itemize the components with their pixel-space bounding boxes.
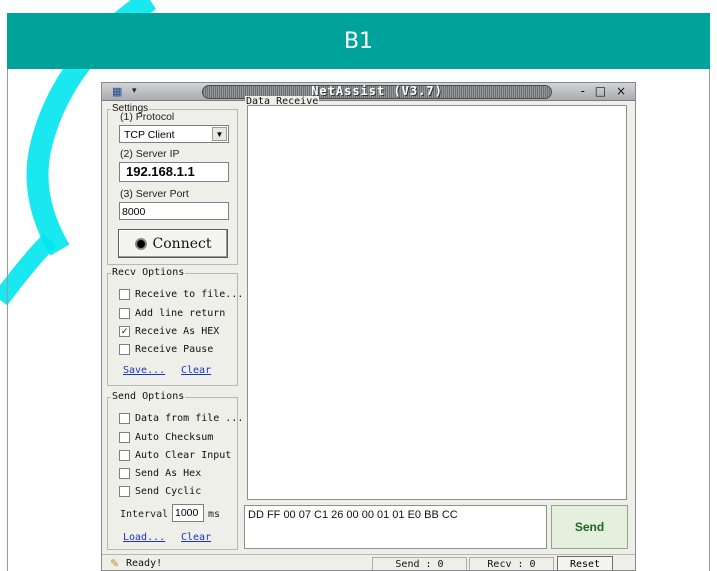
server-port-label: (3) Server Port bbox=[120, 188, 189, 200]
send-cyclic-label: Send Cyclic bbox=[135, 486, 202, 497]
add-line-return-label: Add line return bbox=[135, 308, 226, 319]
netassist-window: ▦ ▾ NetAssist (V3.7) - □ × Settings (1) … bbox=[101, 82, 636, 571]
add-line-return-checkbox[interactable]: Add line return bbox=[119, 308, 225, 319]
interval-input[interactable]: 1000 bbox=[172, 504, 204, 522]
auto-clear-input-checkbox[interactable]: Auto Clear Input bbox=[119, 450, 231, 461]
interval-unit: ms bbox=[208, 509, 221, 520]
recv-options-title: Recv Options bbox=[111, 267, 186, 278]
server-ip-value: 192.168.1.1 bbox=[126, 164, 195, 179]
send-cyclic-checkbox[interactable]: Send Cyclic bbox=[119, 486, 201, 497]
auto-checksum-checkbox[interactable]: Auto Checksum bbox=[119, 432, 213, 443]
status-ready: Ready! bbox=[126, 558, 163, 569]
send-clear-link[interactable]: Clear bbox=[181, 532, 211, 543]
receive-pause-label: Receive Pause bbox=[135, 344, 214, 355]
dropdown-arrow-icon[interactable]: ▼ bbox=[212, 127, 227, 141]
auto-checksum-label: Auto Checksum bbox=[135, 432, 214, 443]
send-count: Send : 0 bbox=[372, 557, 467, 570]
protocol-select[interactable]: TCP Client ▼ bbox=[119, 125, 229, 143]
send-input[interactable]: DD FF 00 07 C1 26 00 00 01 01 E0 BB CC bbox=[244, 505, 547, 549]
send-as-hex-label: Send As Hex bbox=[135, 468, 202, 479]
send-options-title: Send Options bbox=[111, 391, 186, 402]
interval-label: Interval bbox=[120, 509, 169, 520]
checkbox-box[interactable] bbox=[119, 486, 130, 497]
header-title: B1 bbox=[343, 28, 374, 54]
receive-to-file-label: Receive to file... bbox=[135, 289, 244, 300]
recv-clear-link[interactable]: Clear bbox=[181, 365, 211, 376]
receive-pause-checkbox[interactable]: Receive Pause bbox=[119, 344, 213, 355]
checkbox-box[interactable] bbox=[119, 344, 130, 355]
checkbox-checked[interactable]: ✓ bbox=[119, 326, 130, 337]
page-header: B1 bbox=[7, 13, 710, 69]
server-port-value: 8000 bbox=[122, 206, 146, 218]
send-input-value: DD FF 00 07 C1 26 00 00 01 01 E0 BB CC bbox=[248, 509, 458, 521]
connect-status-icon bbox=[134, 237, 147, 250]
window-controls[interactable]: - □ × bbox=[581, 84, 629, 98]
save-link[interactable]: Save... bbox=[123, 365, 165, 376]
connect-button[interactable]: Connect bbox=[118, 229, 228, 258]
data-from-file-checkbox[interactable]: Data from file ... bbox=[119, 413, 243, 424]
receive-as-hex-label: Receive As HEX bbox=[135, 326, 220, 337]
recv-count: Recv : 0 bbox=[469, 557, 554, 570]
app-icon[interactable]: ▦ bbox=[112, 85, 132, 99]
checkbox-box[interactable] bbox=[119, 450, 130, 461]
server-port-input[interactable]: 8000 bbox=[119, 202, 229, 220]
interval-value: 1000 bbox=[175, 507, 199, 519]
reset-button[interactable]: Reset bbox=[557, 556, 613, 570]
checkbox-box[interactable] bbox=[119, 468, 130, 479]
load-link[interactable]: Load... bbox=[123, 532, 165, 543]
connect-label: Connect bbox=[152, 235, 212, 252]
data-from-file-label: Data from file ... bbox=[135, 413, 244, 424]
auto-clear-input-label: Auto Clear Input bbox=[135, 450, 232, 461]
data-receive-area[interactable] bbox=[247, 105, 627, 500]
send-button-label: Send bbox=[574, 520, 605, 534]
checkbox-box[interactable] bbox=[119, 308, 130, 319]
protocol-label: (1) Protocol bbox=[120, 111, 175, 123]
send-button[interactable]: Send bbox=[551, 505, 628, 549]
chevron-down-icon[interactable]: ▾ bbox=[132, 85, 137, 96]
checkbox-box[interactable] bbox=[119, 432, 130, 443]
title-bar[interactable]: ▦ ▾ NetAssist (V3.7) - □ × bbox=[102, 83, 635, 101]
checkbox-box[interactable] bbox=[119, 413, 130, 424]
status-icon: ✎ bbox=[110, 558, 120, 570]
send-as-hex-checkbox[interactable]: Send As Hex bbox=[119, 468, 201, 479]
checkbox-box[interactable] bbox=[119, 289, 130, 300]
receive-to-file-checkbox[interactable]: Receive to file... bbox=[119, 289, 243, 300]
protocol-value: TCP Client bbox=[124, 129, 175, 141]
server-ip-input[interactable]: 192.168.1.1 bbox=[119, 162, 229, 182]
status-bar: ✎ Ready! Send : 0 Recv : 0 Reset bbox=[102, 554, 635, 570]
server-ip-label: (2) Server IP bbox=[120, 148, 180, 160]
receive-as-hex-checkbox[interactable]: ✓ Receive As HEX bbox=[119, 326, 219, 337]
